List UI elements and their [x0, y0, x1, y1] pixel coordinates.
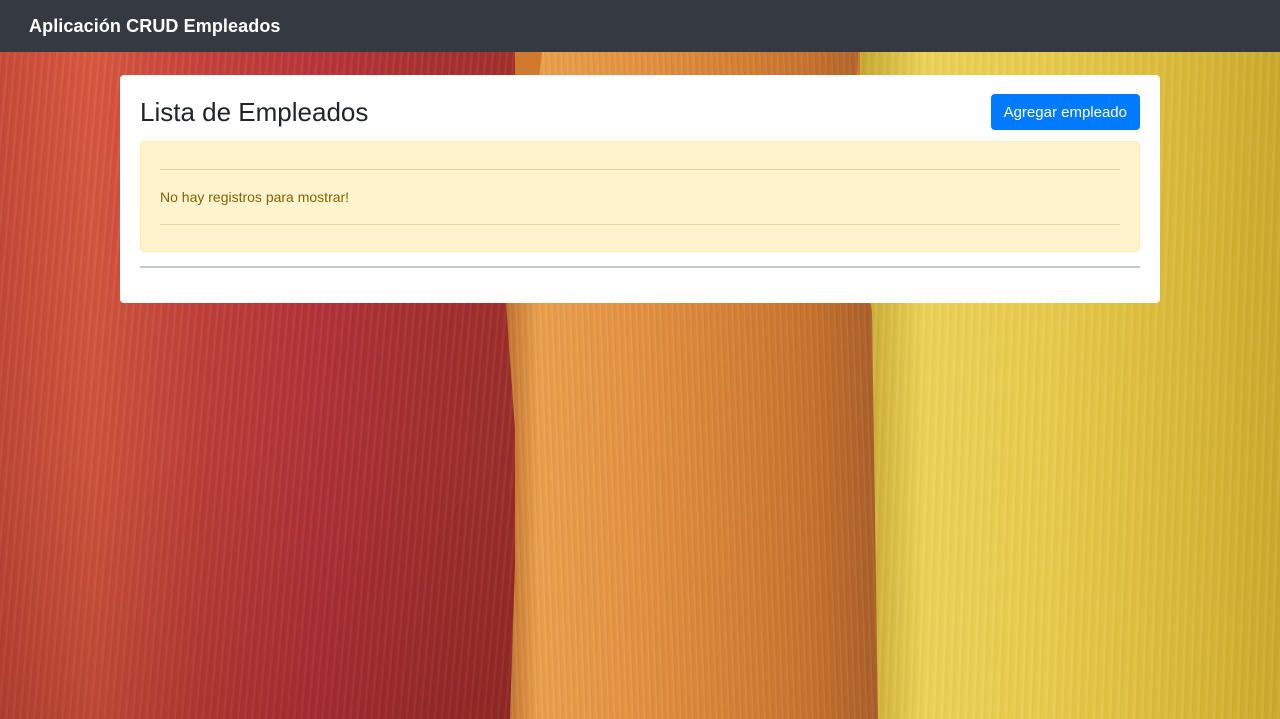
card-divider: [140, 266, 1140, 268]
empty-records-alert: No hay registros para mostrar!: [140, 141, 1140, 252]
app-page: Aplicación CRUD Empleados Lista de Emple…: [0, 0, 1280, 719]
navbar-brand[interactable]: Aplicación CRUD Empleados: [29, 16, 281, 37]
page-title: Lista de Empleados: [140, 97, 369, 127]
top-navbar: Aplicación CRUD Empleados: [0, 0, 1280, 52]
alert-divider-top: [160, 169, 1120, 170]
employee-list-card: Lista de Empleados Agregar empleado No h…: [120, 75, 1160, 303]
add-employee-button[interactable]: Agregar empleado: [990, 94, 1140, 130]
alert-divider-bottom: [160, 224, 1120, 225]
card-header: Lista de Empleados Agregar empleado: [140, 94, 1140, 130]
empty-records-message: No hay registros para mostrar!: [160, 189, 350, 205]
